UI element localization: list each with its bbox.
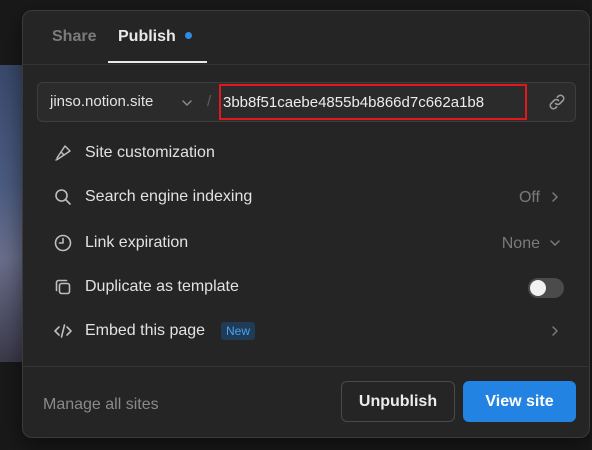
chevron-right-icon	[552, 192, 558, 202]
chevron-down-icon	[182, 100, 192, 106]
published-indicator-dot	[185, 32, 192, 39]
unpublish-button[interactable]: Unpublish	[341, 381, 455, 422]
background-image	[0, 65, 22, 362]
domain-label: jinso.notion.site	[50, 93, 154, 110]
tab-share[interactable]: Share	[52, 28, 96, 46]
popover-footer: Manage all sites Unpublish View site	[23, 366, 589, 437]
option-label: Site customization	[85, 144, 215, 161]
search-icon	[55, 189, 71, 205]
option-label: Link expiration	[85, 234, 189, 251]
publish-popover: Share Publish jinso.notion.site / Site c…	[22, 10, 590, 438]
code-icon	[54, 324, 72, 338]
active-tab-underline	[108, 61, 207, 63]
link-icon[interactable]	[546, 91, 568, 113]
brush-icon	[55, 145, 71, 161]
manage-all-sites-link[interactable]: Manage all sites	[43, 396, 159, 414]
chevron-right-icon	[552, 326, 558, 336]
option-duplicate-as-template: Duplicate as template	[37, 267, 576, 307]
duplicate-icon	[55, 279, 71, 295]
option-site-customization[interactable]: Site customization	[37, 133, 576, 173]
background-page	[0, 0, 22, 450]
option-search-engine-indexing[interactable]: Search engine indexing Off	[37, 177, 576, 217]
toggle-knob	[530, 280, 546, 296]
clock-icon	[54, 234, 72, 252]
option-label: Duplicate as template	[85, 278, 239, 295]
option-label: Search engine indexing	[85, 188, 253, 205]
option-embed-this-page[interactable]: Embed this page New	[37, 311, 576, 351]
tab-publish[interactable]: Publish	[118, 28, 176, 46]
domain-select[interactable]: jinso.notion.site	[38, 83, 206, 121]
new-badge: New	[221, 322, 256, 340]
chevron-down-icon	[550, 240, 560, 246]
view-site-button[interactable]: View site	[463, 381, 576, 422]
option-link-expiration[interactable]: Link expiration None	[37, 223, 576, 263]
option-value: None	[501, 235, 540, 252]
url-separator: /	[207, 93, 212, 110]
option-label: Embed this page	[85, 322, 206, 339]
slug-input[interactable]	[219, 84, 527, 120]
duplicate-template-toggle[interactable]	[528, 278, 564, 298]
option-value: Off	[518, 189, 540, 206]
tab-bar: Share Publish	[23, 11, 589, 65]
site-url-bar: jinso.notion.site /	[37, 82, 576, 122]
